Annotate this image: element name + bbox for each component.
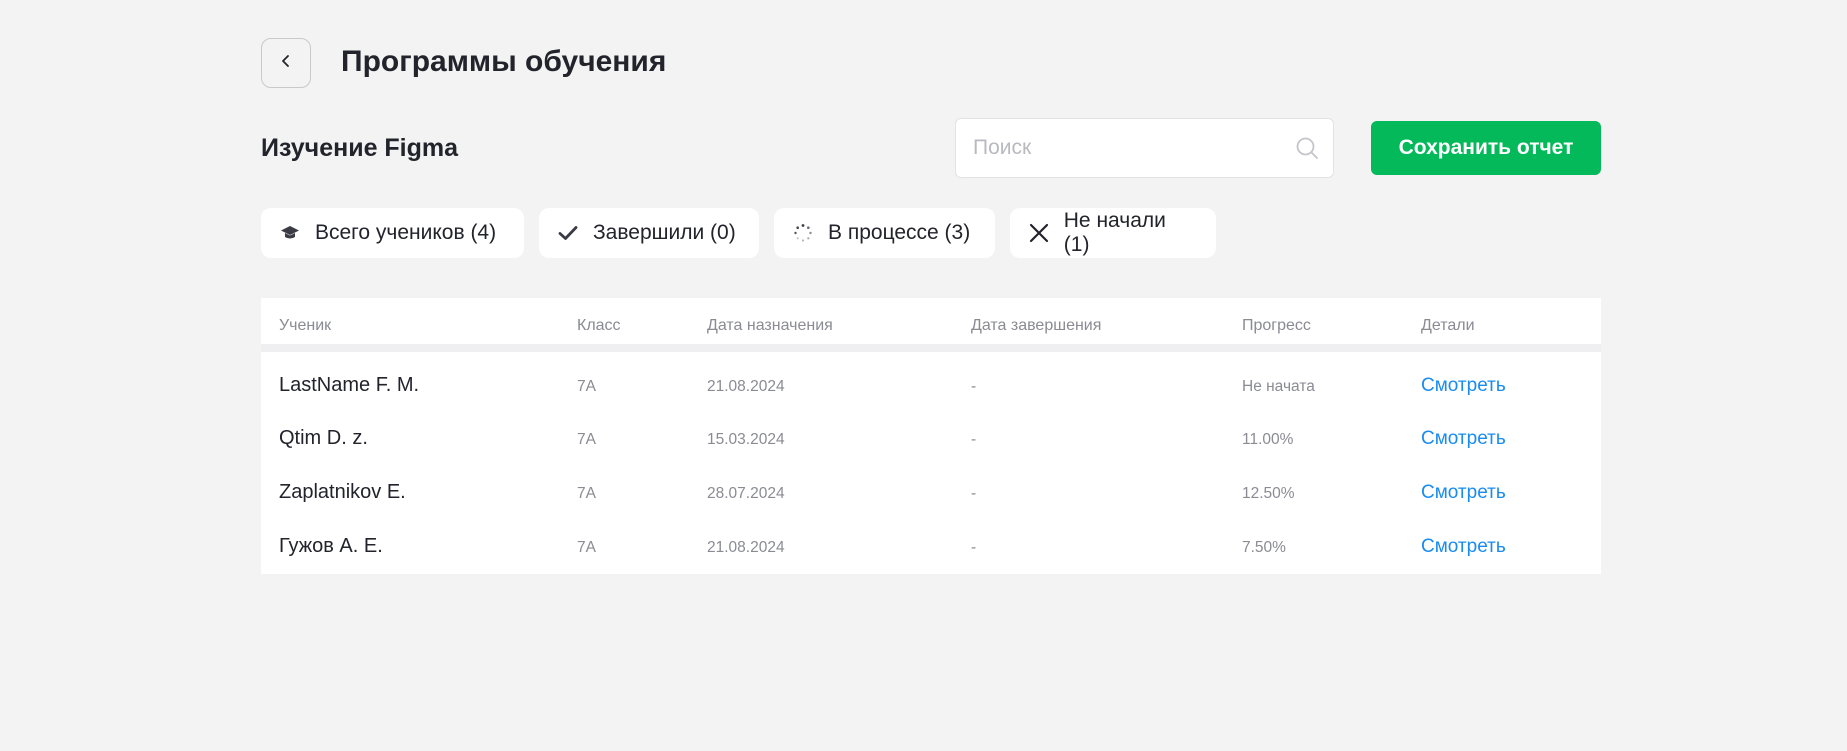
student-class: 7A bbox=[577, 431, 596, 448]
assigned-date: 15.03.2024 bbox=[707, 431, 785, 448]
student-name: Qtim D. z. bbox=[279, 427, 368, 449]
view-details-link[interactable]: Смотреть bbox=[1421, 428, 1506, 450]
table-row: Zaplatnikov E. 7A 28.07.2024 - 12.50% См… bbox=[261, 467, 1601, 521]
assigned-date: 28.07.2024 bbox=[707, 485, 785, 502]
student-class: 7A bbox=[577, 485, 596, 502]
view-details-link[interactable]: Смотреть bbox=[1421, 536, 1506, 558]
table-row: Гужов А. Е. 7A 21.08.2024 - 7.50% Смотре… bbox=[261, 521, 1601, 575]
student-name: LastName F. M. bbox=[279, 374, 420, 396]
filter-label: Всего учеников (4) bbox=[315, 221, 497, 244]
student-class: 7A bbox=[577, 378, 596, 395]
course-title: Изучение Figma bbox=[261, 134, 459, 162]
spinner-icon bbox=[792, 222, 814, 244]
filter-completed[interactable]: Завершили (0) bbox=[539, 208, 759, 258]
filter-label: Не начали (1) bbox=[1063, 209, 1166, 256]
search-box bbox=[955, 118, 1334, 178]
student-name: Гужов А. Е. bbox=[279, 535, 383, 557]
column-header-details[interactable]: Детали bbox=[1421, 317, 1475, 335]
search-icon[interactable] bbox=[1295, 136, 1319, 160]
progress-value: Не начата bbox=[1242, 378, 1315, 395]
completed-date: - bbox=[971, 539, 977, 556]
column-header-student[interactable]: Ученик bbox=[279, 317, 331, 335]
assigned-date: 21.08.2024 bbox=[707, 378, 785, 395]
completed-date: - bbox=[971, 485, 977, 502]
graduation-cap-icon bbox=[279, 222, 301, 244]
check-icon bbox=[557, 222, 579, 244]
back-button[interactable] bbox=[261, 38, 311, 88]
chevron-left-icon bbox=[279, 54, 293, 73]
progress-value: 11.00% bbox=[1242, 431, 1294, 448]
column-header-class[interactable]: Класс bbox=[577, 317, 621, 335]
completed-date: - bbox=[971, 431, 977, 448]
save-report-button[interactable]: Сохранить отчет bbox=[1371, 121, 1601, 175]
table-row: Qtim D. z. 7A 15.03.2024 - 11.00% Смотре… bbox=[261, 413, 1601, 467]
close-icon bbox=[1028, 222, 1050, 244]
assigned-date: 21.08.2024 bbox=[707, 539, 785, 556]
column-header-assigned-date[interactable]: Дата назначения bbox=[707, 317, 833, 335]
table-row: LastName F. M. 7A 21.08.2024 - Не начата… bbox=[261, 360, 1601, 414]
progress-value: 12.50% bbox=[1242, 485, 1295, 502]
filter-label: Завершили (0) bbox=[593, 221, 736, 244]
column-header-progress[interactable]: Прогресс bbox=[1242, 317, 1311, 335]
completed-date: - bbox=[971, 378, 977, 395]
view-details-link[interactable]: Смотреть bbox=[1421, 375, 1506, 397]
table-header: Ученик Класс Дата назначения Дата заверш… bbox=[261, 298, 1601, 352]
filter-in-progress[interactable]: В процессе (3) bbox=[774, 208, 995, 258]
filter-label: В процессе (3) bbox=[828, 221, 971, 244]
students-table: Ученик Класс Дата назначения Дата заверш… bbox=[261, 298, 1601, 574]
filter-not-started[interactable]: Не начали (1) bbox=[1010, 208, 1216, 258]
page: Программы обучения Изучение Figma Сохран… bbox=[0, 0, 1847, 751]
search-input[interactable] bbox=[973, 136, 1295, 160]
student-class: 7A bbox=[577, 539, 596, 556]
page-title: Программы обучения bbox=[341, 45, 667, 78]
progress-value: 7.50% bbox=[1242, 539, 1286, 556]
view-details-link[interactable]: Смотреть bbox=[1421, 482, 1506, 504]
student-name: Zaplatnikov E. bbox=[279, 481, 406, 503]
column-header-completed-date[interactable]: Дата завершения bbox=[971, 317, 1101, 335]
filter-all-students[interactable]: Всего учеников (4) bbox=[261, 208, 524, 258]
